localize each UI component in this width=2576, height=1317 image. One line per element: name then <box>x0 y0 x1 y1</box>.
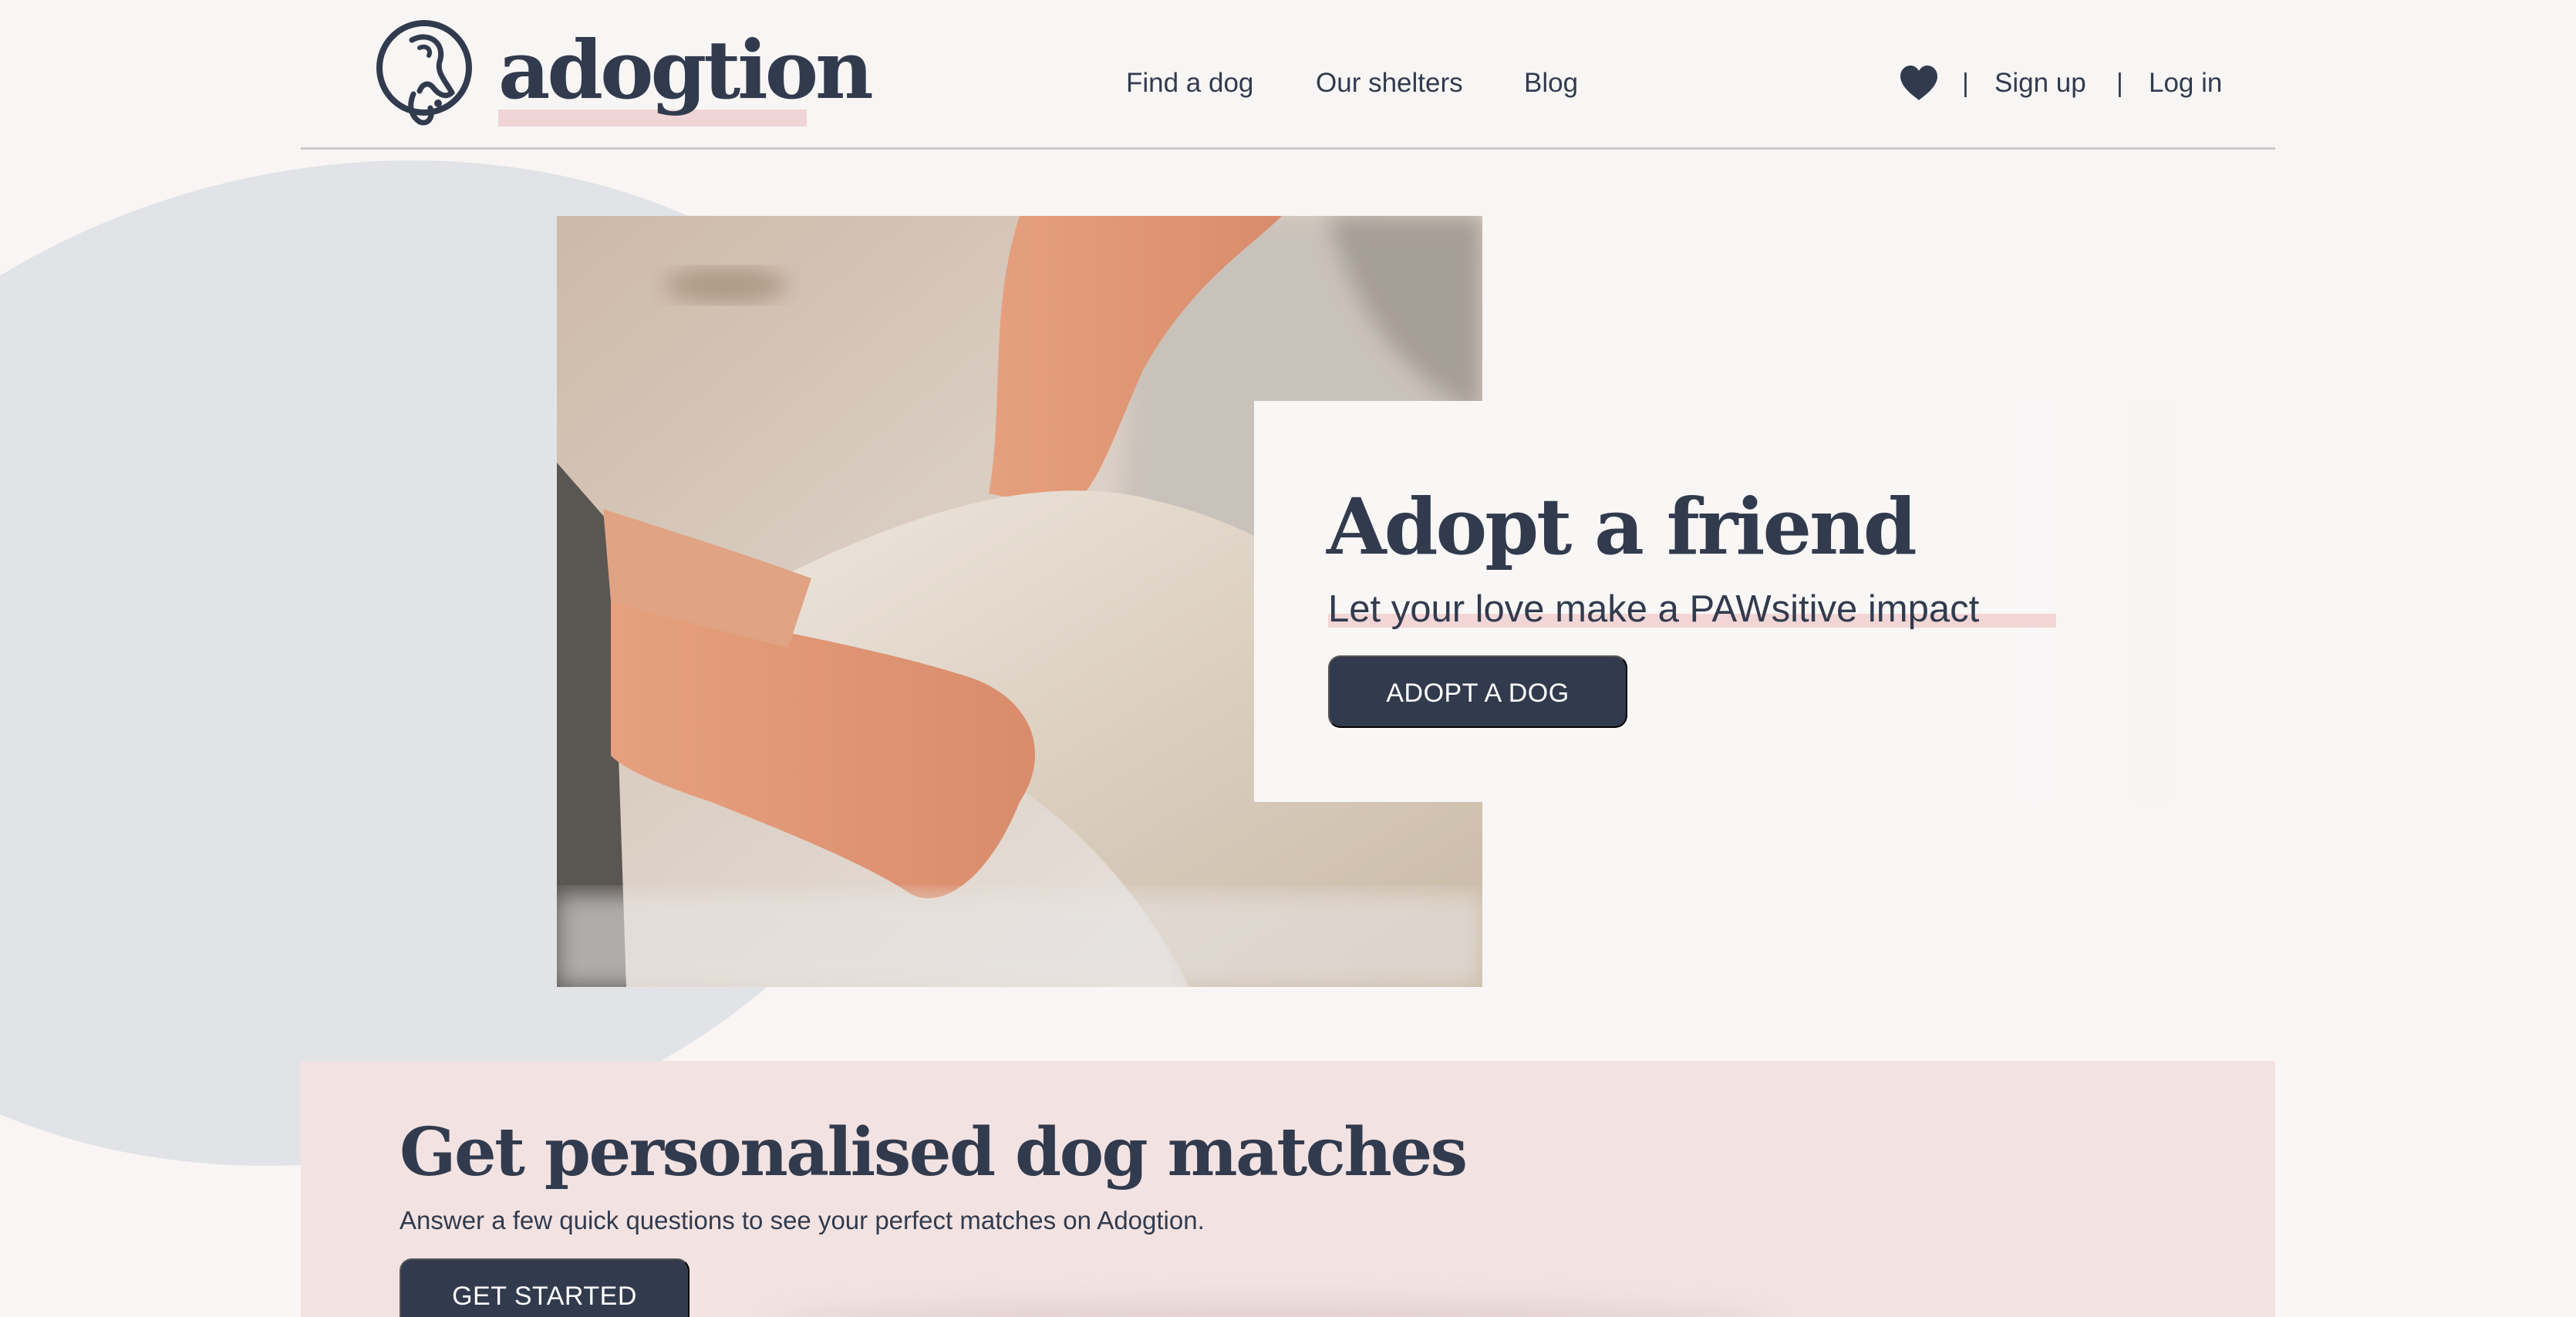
adopt-a-dog-button[interactable]: ADOPT A DOG <box>1328 655 1627 728</box>
nav-blog[interactable]: Blog <box>1524 62 1578 105</box>
nav-find-a-dog[interactable]: Find a dog <box>1126 62 1253 105</box>
nav-our-shelters[interactable]: Our shelters <box>1316 62 1463 105</box>
matches-description: Answer a few quick questions to see your… <box>400 1206 1205 1234</box>
header-separator: | <box>1962 69 1969 98</box>
page: adogtion Find a dog Our shelters Blog | … <box>0 0 2576 1317</box>
hero-subtitle: Let your love make a PAWsitive impact <box>1328 588 1980 630</box>
heart-icon[interactable] <box>1899 65 1939 102</box>
hero-title: Adopt a friend <box>1327 481 1917 572</box>
dog-logo-icon[interactable] <box>375 17 475 130</box>
logo-text[interactable]: adogtion <box>498 20 874 120</box>
sign-up-link[interactable]: Sign up <box>1994 62 2086 105</box>
header-divider <box>301 147 2275 150</box>
log-in-link[interactable]: Log in <box>2149 62 2222 105</box>
get-started-button[interactable]: GET STARTED <box>400 1258 690 1317</box>
header-separator: | <box>2116 69 2123 98</box>
matches-title: Get personalised dog matches <box>400 1113 1468 1191</box>
